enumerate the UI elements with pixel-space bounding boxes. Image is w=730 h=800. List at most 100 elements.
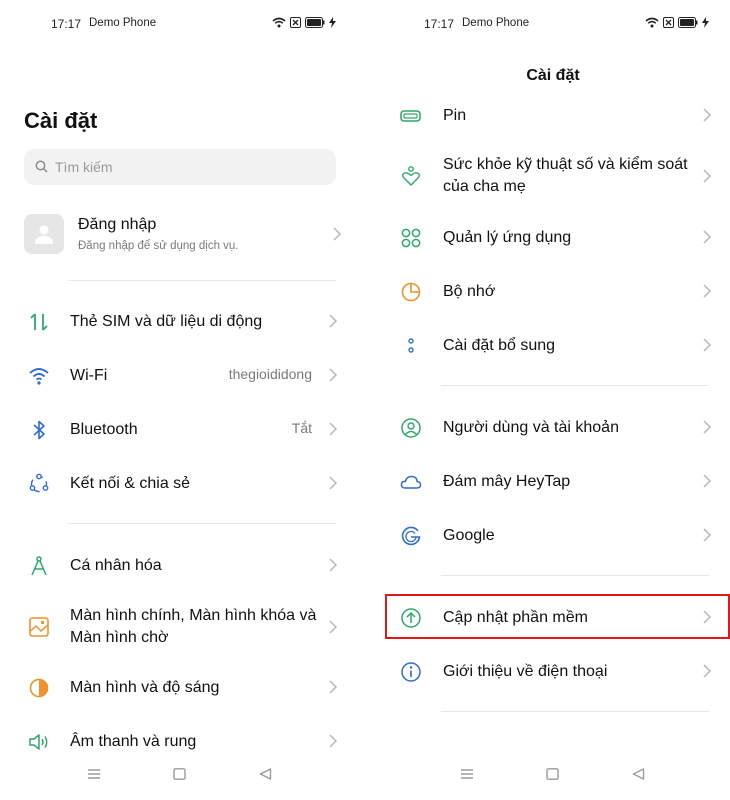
wifi-signal-icon	[272, 17, 286, 28]
page-title: Cài đặt	[526, 67, 580, 84]
apps-icon	[401, 228, 421, 248]
settings-item-users-accounts[interactable]: Người dùng và tài khoản	[373, 405, 730, 449]
settings-item-digital-wellbeing[interactable]: Sức khỏe kỹ thuật số và kiểm soát của ch…	[373, 154, 730, 198]
settings-item-label: Cá nhân hóa	[70, 557, 162, 574]
chevron-right-icon	[329, 680, 338, 694]
search-placeholder: Tìm kiếm	[55, 159, 113, 175]
settings-item-heytap-cloud[interactable]: Đám mây HeyTap	[373, 459, 730, 503]
chevron-right-icon	[333, 227, 342, 241]
wifi-icon	[29, 368, 49, 385]
divider	[68, 523, 336, 524]
chevron-right-icon	[703, 169, 712, 183]
brightness-icon	[29, 678, 49, 698]
chevron-right-icon	[329, 368, 338, 382]
settings-item-label: Người dùng và tài khoản	[443, 419, 619, 436]
divider	[441, 575, 709, 576]
settings-item-label: Màn hình và độ sáng	[70, 679, 220, 696]
chevron-right-icon	[703, 338, 712, 352]
login-row[interactable]: Đăng nhập Đăng nhập để sử dụng dịch vụ.	[24, 212, 344, 256]
search-icon	[35, 160, 48, 173]
menu-nav-icon[interactable]	[87, 768, 101, 780]
info-icon	[401, 662, 421, 682]
compass-icon	[31, 556, 47, 576]
back-nav-icon[interactable]	[632, 768, 645, 780]
settings-item-home-lock-screen[interactable]: Màn hình chính, Màn hình khóa và Màn hìn…	[0, 605, 360, 649]
status-bar: 17:17 Demo Phone	[373, 15, 730, 35]
nav-bar	[0, 768, 360, 788]
cloud-icon	[400, 475, 422, 489]
menu-nav-icon[interactable]	[460, 768, 474, 780]
chevron-right-icon	[329, 422, 338, 436]
settings-item-label: Cài đặt bổ sung	[443, 337, 556, 354]
settings-item-additional[interactable]: Cài đặt bổ sung	[373, 323, 730, 367]
chevron-right-icon	[703, 108, 712, 122]
chevron-right-icon	[703, 664, 712, 678]
settings-item-label: Thẻ SIM và dữ liệu di động	[70, 313, 263, 330]
status-icons	[272, 17, 336, 28]
chevron-right-icon	[703, 528, 712, 542]
speaker-icon	[29, 734, 48, 750]
nav-bar	[373, 768, 730, 788]
share-icon	[29, 473, 49, 493]
settings-item-label: Giới thiệu về điện thoại	[443, 663, 608, 680]
home-nav-icon[interactable]	[546, 768, 559, 780]
settings-item-app-management[interactable]: Quản lý ứng dụng	[373, 215, 730, 259]
settings-item-google[interactable]: Google	[373, 513, 730, 557]
chevron-right-icon	[703, 230, 712, 244]
settings-item-label: Màn hình chính, Màn hình khóa và Màn hìn…	[70, 607, 317, 646]
status-time: 17:17	[424, 17, 455, 31]
chevron-right-icon	[703, 284, 712, 298]
sim-blocked-icon	[290, 17, 301, 28]
settings-item-display-brightness[interactable]: Màn hình và độ sáng	[0, 665, 360, 709]
settings-item-label: Kết nối & chia sẻ	[70, 475, 191, 492]
settings-item-connection-sharing[interactable]: Kết nối & chia sẻ	[0, 461, 360, 505]
status-time: 17:17	[51, 17, 82, 31]
highlight-box	[385, 594, 730, 639]
divider	[68, 280, 336, 281]
settings-item-wifi[interactable]: Wi-Fi thegioididong	[0, 353, 360, 397]
back-nav-icon[interactable]	[259, 768, 272, 780]
settings-item-label: Pin	[443, 107, 467, 124]
settings-item-sound-vibration[interactable]: Âm thanh và rung	[0, 719, 360, 763]
chevron-right-icon	[329, 476, 338, 490]
login-title: Đăng nhập	[78, 216, 157, 233]
page-title: Cài đặt	[24, 108, 98, 133]
settings-item-label: Âm thanh và rung	[70, 733, 197, 750]
settings-item-about-phone[interactable]: Giới thiệu về điện thoại	[373, 649, 730, 693]
sim-blocked-icon	[663, 17, 674, 28]
battery-icon-status	[678, 17, 698, 28]
divider	[441, 385, 709, 386]
settings-item-label: Sức khỏe kỹ thuật số và kiểm soát của ch…	[443, 156, 688, 195]
settings-item-storage[interactable]: Bộ nhớ	[373, 269, 730, 313]
search-input[interactable]: Tìm kiếm	[24, 149, 336, 185]
home-nav-icon[interactable]	[173, 768, 186, 780]
settings-item-personalization[interactable]: Cá nhân hóa	[0, 543, 360, 587]
wallpaper-icon	[29, 617, 49, 637]
sim-data-icon	[30, 313, 48, 331]
google-icon	[401, 526, 421, 546]
settings-item-battery[interactable]: Pin	[373, 93, 730, 137]
settings-screen-left: 17:17 Demo Phone Cài đặt Tìm kiếm Đăng n…	[0, 0, 360, 800]
login-subtitle: Đăng nhập để sử dụng dịch vụ.	[78, 240, 239, 252]
settings-item-value: Tắt	[291, 420, 312, 436]
settings-item-label: Wi-Fi	[70, 367, 108, 384]
chevron-right-icon	[329, 734, 338, 748]
settings-item-label: Bộ nhớ	[443, 283, 496, 300]
chevron-right-icon	[329, 558, 338, 572]
settings-item-bluetooth[interactable]: Bluetooth Tắt	[0, 407, 360, 451]
status-icons	[645, 17, 709, 28]
chevron-right-icon	[703, 474, 712, 488]
settings-item-sim[interactable]: Thẻ SIM và dữ liệu di động	[0, 299, 360, 343]
settings-item-label: Quản lý ứng dụng	[443, 229, 572, 246]
digital-wellbeing-icon	[402, 166, 420, 186]
more-settings-icon	[408, 338, 414, 353]
status-carrier: Demo Phone	[462, 17, 530, 29]
chevron-right-icon	[329, 314, 338, 328]
divider	[441, 711, 709, 712]
battery-icon-status	[305, 17, 325, 28]
storage-icon	[401, 282, 421, 302]
user-icon	[401, 418, 421, 438]
settings-item-label: Bluetooth	[70, 421, 138, 438]
person-icon	[35, 225, 53, 244]
charging-icon	[702, 17, 709, 28]
